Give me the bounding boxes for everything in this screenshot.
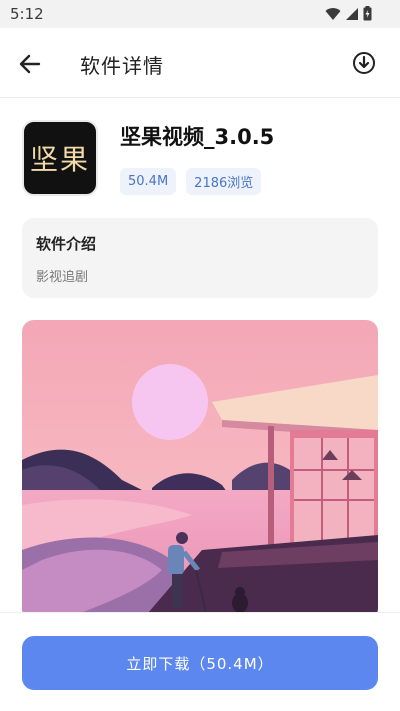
- status-bar: 5:12: [0, 0, 400, 28]
- wifi-icon: [325, 6, 341, 25]
- intro-title: 软件介绍: [36, 235, 97, 253]
- status-icons: [325, 6, 372, 25]
- battery-icon: [363, 6, 372, 25]
- arrow-left-icon: [19, 54, 41, 74]
- app-icon-text: 坚果: [29, 143, 90, 176]
- app-stats: 50.4M 2186浏览: [120, 168, 262, 195]
- signal-icon: [345, 6, 359, 25]
- intro-description: 影视追剧: [36, 270, 89, 285]
- screenshot-illustration: [22, 320, 378, 620]
- app-bar: 软件详情: [0, 28, 400, 98]
- intro-card: 软件介绍 影视追剧: [22, 218, 378, 298]
- download-button[interactable]: 立即下载（50.4M）: [22, 636, 378, 690]
- bottom-bar: 立即下载（50.4M）: [0, 612, 400, 711]
- views-badge: 2186浏览: [186, 168, 262, 195]
- status-time: 5:12: [10, 5, 44, 23]
- page-title: 软件详情: [80, 54, 164, 78]
- app-screenshot[interactable]: [22, 320, 378, 620]
- app-name: 坚果视频_3.0.5: [120, 125, 275, 149]
- download-circle-icon: [353, 52, 375, 74]
- download-icon-button[interactable]: [350, 49, 378, 77]
- size-badge: 50.4M: [120, 168, 177, 195]
- app-icon: 坚果: [22, 120, 98, 196]
- back-button[interactable]: [16, 50, 44, 78]
